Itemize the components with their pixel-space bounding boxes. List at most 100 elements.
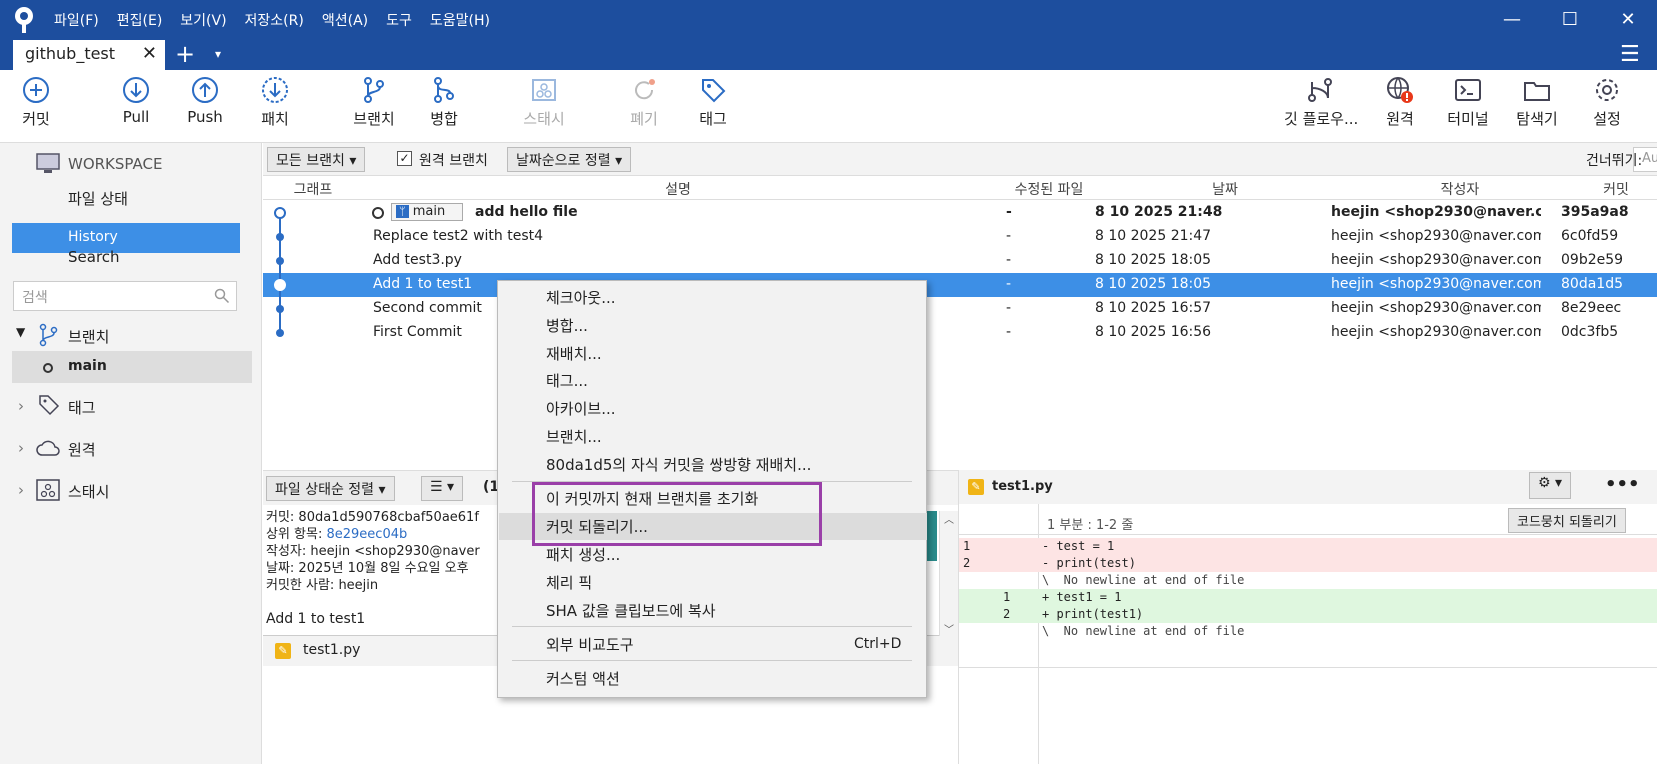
pull-button[interactable]: Pull (100, 76, 172, 126)
commit-hash: 09b2e59 (1561, 252, 1624, 268)
menu-separator (512, 660, 912, 661)
close-window-button[interactable]: ✕ (1616, 8, 1640, 32)
menu-help[interactable]: 도움말(H) (430, 10, 490, 30)
git-flow-button[interactable]: 깃 플로우... (1284, 76, 1358, 129)
terminal-label: 터미널 (1447, 110, 1489, 128)
menu-item-tag[interactable]: 태그... (546, 370, 588, 391)
commit-hash: 80da1d5 (1561, 276, 1623, 292)
nav-search[interactable]: Search (68, 248, 120, 266)
branch-icon (39, 323, 58, 347)
remote-chevron-right-icon[interactable]: › (18, 439, 24, 457)
menu-item-custom-actions[interactable]: 커스텀 액션 (546, 668, 620, 689)
menu-item-checkout[interactable]: 체크아웃... (546, 287, 616, 308)
merge-button[interactable]: 병합 (408, 76, 480, 129)
new-line-number: 1 (1003, 590, 1011, 604)
sort-label: 날짜순으로 정렬 (516, 153, 611, 169)
commit-row[interactable]: ᛘ main add hello file - 8 10 2025 21:48 … (263, 201, 1657, 225)
nav-history[interactable]: History (12, 223, 240, 253)
details-scrollbar[interactable]: ︿ ﹀ (939, 511, 958, 636)
scroll-up-icon[interactable]: ︿ (940, 511, 958, 526)
branch-button[interactable]: 브랜치 (338, 76, 410, 129)
col-author[interactable]: 작성자 (1345, 179, 1575, 199)
commit-row[interactable]: Add test3.py - 8 10 2025 18:05 heejin <s… (263, 249, 1657, 273)
menu-bar: 파일(F) 편집(E) 보기(V) 저장소(R) 액션(A) 도구 도움말(H) (54, 10, 508, 30)
chevron-down-icon: ▾ (349, 153, 357, 169)
menu-tools[interactable]: 도구 (386, 10, 412, 30)
menu-item-interactive-rebase[interactable]: 80da1d5의 자식 커밋을 쌍방향 재배치... (546, 454, 811, 475)
terminal-button[interactable]: 터미널 (1432, 76, 1504, 129)
menu-item-archive[interactable]: 아카이브... (546, 398, 616, 419)
menu-item-branch[interactable]: 브랜치... (546, 426, 602, 447)
commit-row[interactable]: Replace test2 with test4 - 8 10 2025 21:… (263, 225, 1657, 249)
stash-section[interactable]: 스태시 (68, 481, 109, 502)
menu-file[interactable]: 파일(F) (54, 10, 99, 30)
minimize-button[interactable]: — (1500, 8, 1524, 32)
col-description[interactable]: 설명 (363, 179, 993, 199)
commit-description: add hello file (475, 204, 578, 220)
tab-bar: github_test ✕ + ▾ ☰ (0, 40, 1657, 70)
settings-button[interactable]: 설정 (1571, 76, 1643, 129)
stash-chevron-right-icon[interactable]: › (18, 481, 24, 499)
menu-repository[interactable]: 저장소(R) (245, 10, 304, 30)
col-graph[interactable]: 그래프 (263, 179, 363, 199)
list-view-dropdown[interactable]: ☰ ▾ (421, 476, 464, 501)
revert-hunk-button[interactable]: 코드뭉치 되돌리기 (1508, 508, 1626, 533)
hunk-header: 1 부분 : 1-2 줄 (1047, 518, 1134, 533)
highlight-annotation-box (532, 482, 822, 546)
tag-button[interactable]: 태그 (677, 76, 749, 129)
tags-section[interactable]: 태그 (68, 397, 96, 418)
menu-item-external-diff[interactable]: 외부 비교도구 (546, 634, 634, 655)
scroll-down-icon[interactable]: ﹀ (940, 621, 958, 636)
tab-github-test[interactable]: github_test ✕ (13, 40, 165, 70)
branch-badge[interactable]: ᛘ main (391, 203, 463, 221)
tab-list-dropdown[interactable]: ▾ (215, 47, 221, 61)
new-tab-button[interactable]: + (175, 40, 195, 68)
modified-file-icon: ✎ (968, 479, 984, 495)
remote-button[interactable]: 원격 (1364, 76, 1436, 129)
commit-row-selected[interactable]: Add 1 to test1 - 8 10 2025 18:05 heejin … (263, 273, 1657, 297)
patch-icon (262, 77, 288, 103)
commit-author: heejin <shop2930@naver.com> (1331, 252, 1541, 268)
sidebar-search-input[interactable]: 검색 (13, 281, 237, 311)
patch-button[interactable]: 패치 (239, 76, 311, 129)
remote-section[interactable]: 원격 (68, 439, 96, 460)
menu-item-cherry-pick[interactable]: 체리 픽 (546, 572, 592, 593)
col-files[interactable]: 수정된 파일 (993, 179, 1105, 199)
menu-edit[interactable]: 편집(E) (117, 10, 163, 30)
discard-button[interactable]: 폐기 (608, 76, 680, 129)
tab-close-icon[interactable]: ✕ (142, 43, 157, 64)
branches-section[interactable]: 브랜치 (68, 326, 109, 347)
menu-view[interactable]: 보기(V) (180, 10, 226, 30)
file-sort-dropdown[interactable]: 파일 상태순 정렬 ▾ (266, 476, 395, 501)
tags-chevron-right-icon[interactable]: › (18, 397, 24, 415)
remote-branches-checkbox[interactable]: ✓ (397, 151, 412, 166)
modified-file-icon: ✎ (275, 643, 291, 659)
commit-description: First Commit (373, 324, 462, 340)
col-date[interactable]: 날짜 (1105, 179, 1345, 199)
new-line-number: 2 (1003, 607, 1011, 621)
menu-item-create-patch[interactable]: 패치 생성... (546, 544, 620, 565)
stash-button[interactable]: 스태시 (508, 76, 580, 129)
explorer-button[interactable]: 탐색기 (1501, 76, 1573, 129)
commit-row[interactable]: First Commit - 8 10 2025 16:56 heejin <s… (263, 321, 1657, 345)
stash-icon (36, 479, 60, 501)
diff-options-gear-button[interactable]: ⚙ ▾ (1529, 472, 1572, 499)
commit-row[interactable]: Second commit - 8 10 2025 16:57 heejin <… (263, 297, 1657, 321)
maximize-button[interactable]: ☐ (1558, 8, 1582, 32)
menu-item-merge[interactable]: 병합... (546, 315, 588, 336)
menu-actions[interactable]: 액션(A) (322, 10, 368, 30)
menu-item-rebase[interactable]: 재배치... (546, 343, 602, 364)
branches-chevron-down-icon[interactable]: ▼ (16, 325, 25, 339)
nav-file-status[interactable]: 파일 상태 (68, 188, 128, 209)
more-options-icon[interactable]: ••• (1605, 474, 1640, 495)
sidebar: WORKSPACE 파일 상태 History Search 검색 ▼ 브랜치 … (0, 143, 262, 764)
hamburger-menu-icon[interactable]: ☰ (1620, 42, 1640, 67)
all-branches-dropdown[interactable]: 모든 브랜치 ▾ (267, 147, 366, 172)
parent-link[interactable]: 8e29eec04b (327, 527, 408, 542)
sort-dropdown[interactable]: 날짜순으로 정렬 ▾ (507, 147, 632, 172)
push-button[interactable]: Push (169, 76, 241, 126)
commit-hash: 0dc3fb5 (1561, 324, 1619, 340)
menu-item-copy-sha[interactable]: SHA 값을 클립보드에 복사 (546, 600, 716, 621)
col-commit[interactable]: 커밋 (1575, 179, 1657, 199)
commit-button[interactable]: 커밋 (0, 76, 72, 129)
